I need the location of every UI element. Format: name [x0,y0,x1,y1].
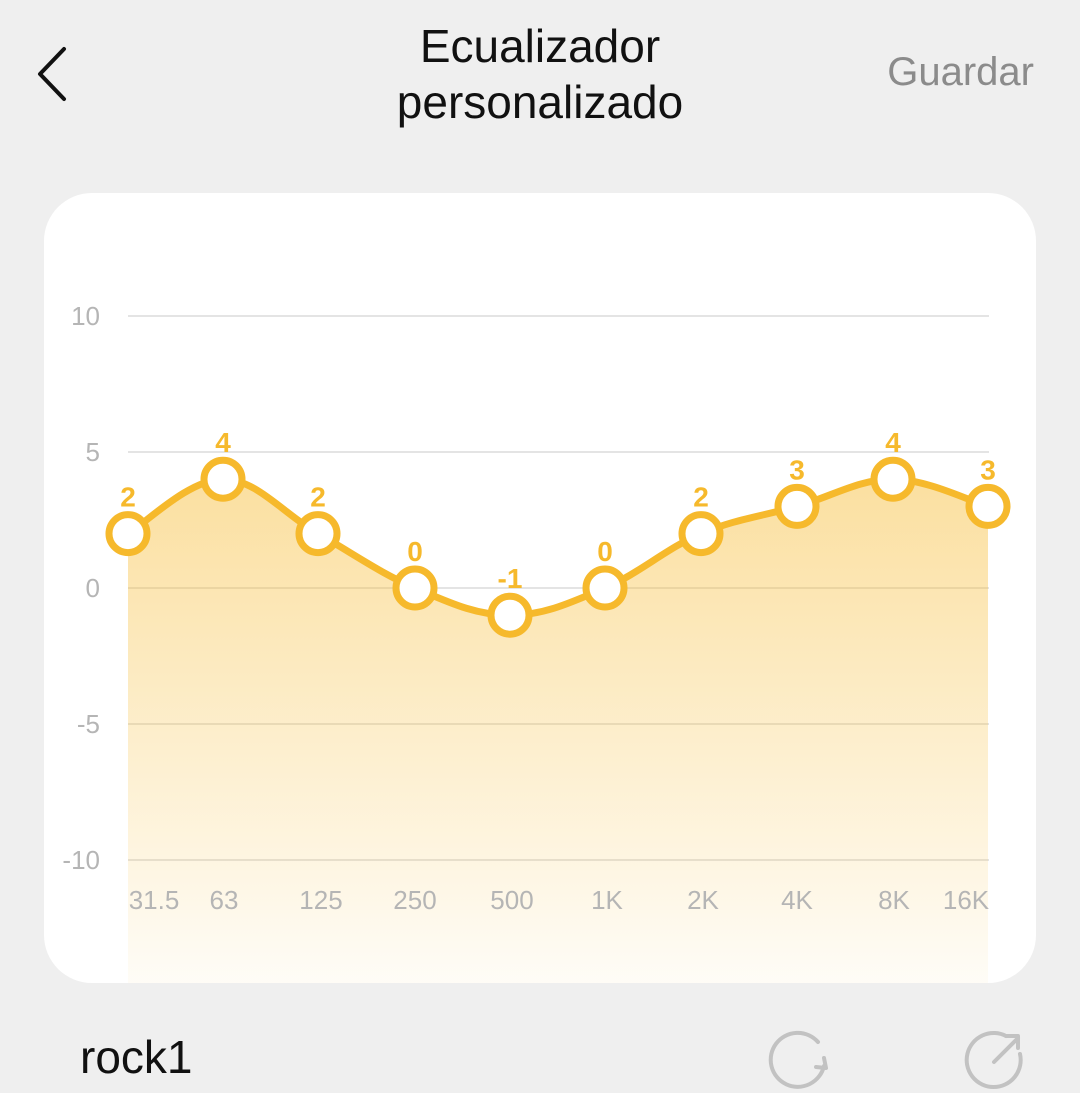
x-tick-label: 1K [591,885,623,915]
band-handle[interactable] [678,511,724,557]
band-handle[interactable] [295,511,341,557]
preset-name: rock1 [80,1031,193,1083]
band-handle[interactable] [582,565,628,611]
x-tick-label: 31.5 [129,885,180,915]
x-tick-label: 125 [299,885,342,915]
x-tick-label: 63 [210,885,239,915]
equalizer-screen: Ecualizador personalizado Guardar 10 5 0 -5… [0,0,1080,1093]
data-label: 2 [310,482,326,513]
back-button[interactable] [30,40,78,108]
band-handle[interactable] [774,483,820,529]
y-tick-label: 10 [71,301,100,331]
share-button[interactable] [960,1024,1030,1093]
band-handle[interactable] [965,483,1011,529]
series-area [128,479,988,983]
refresh-icon [768,1030,828,1089]
data-label: 0 [597,536,613,567]
equalizer-chart-card: 10 5 0 -5 -10 31.5 63 125 250 500 1K 2K 4K 8K 16K 2 4 2 0-… [44,193,1036,983]
band-handle[interactable] [105,511,151,557]
x-tick-label: 250 [393,885,436,915]
save-button[interactable]: Guardar [887,50,1034,95]
band-handle[interactable] [870,456,916,502]
x-tick-label: 16K [943,885,990,915]
data-label: 3 [980,454,996,485]
data-label: 3 [789,454,805,485]
y-tick-label: -5 [77,709,100,739]
x-tick-label: 4K [781,885,813,915]
data-label: 4 [885,427,901,458]
reset-button[interactable] [766,1024,836,1093]
y-tick-label: 0 [86,573,100,603]
y-tick-label: 5 [86,437,100,467]
equalizer-chart[interactable]: 1050-5-1031.5 63 125 250 500 1K 2K 4K 8K 16K2420-… [44,193,1036,983]
band-handle[interactable] [200,456,246,502]
x-tick-label: 8K [878,885,910,915]
data-label: 2 [120,482,136,513]
band-handle[interactable] [487,592,533,638]
page-title: Ecualizador personalizado [396,20,684,128]
data-label: 2 [693,482,709,513]
x-tick-label: 500 [490,885,533,915]
x-tick-label: 2K [687,885,719,915]
data-label: -1 [498,563,523,594]
data-label: 4 [215,427,231,458]
chevron-left-icon [38,47,66,101]
data-label: 0 [407,536,423,567]
band-handle[interactable] [392,565,438,611]
y-tick-label: -10 [62,845,100,875]
share-arrow-icon [964,1031,1023,1089]
